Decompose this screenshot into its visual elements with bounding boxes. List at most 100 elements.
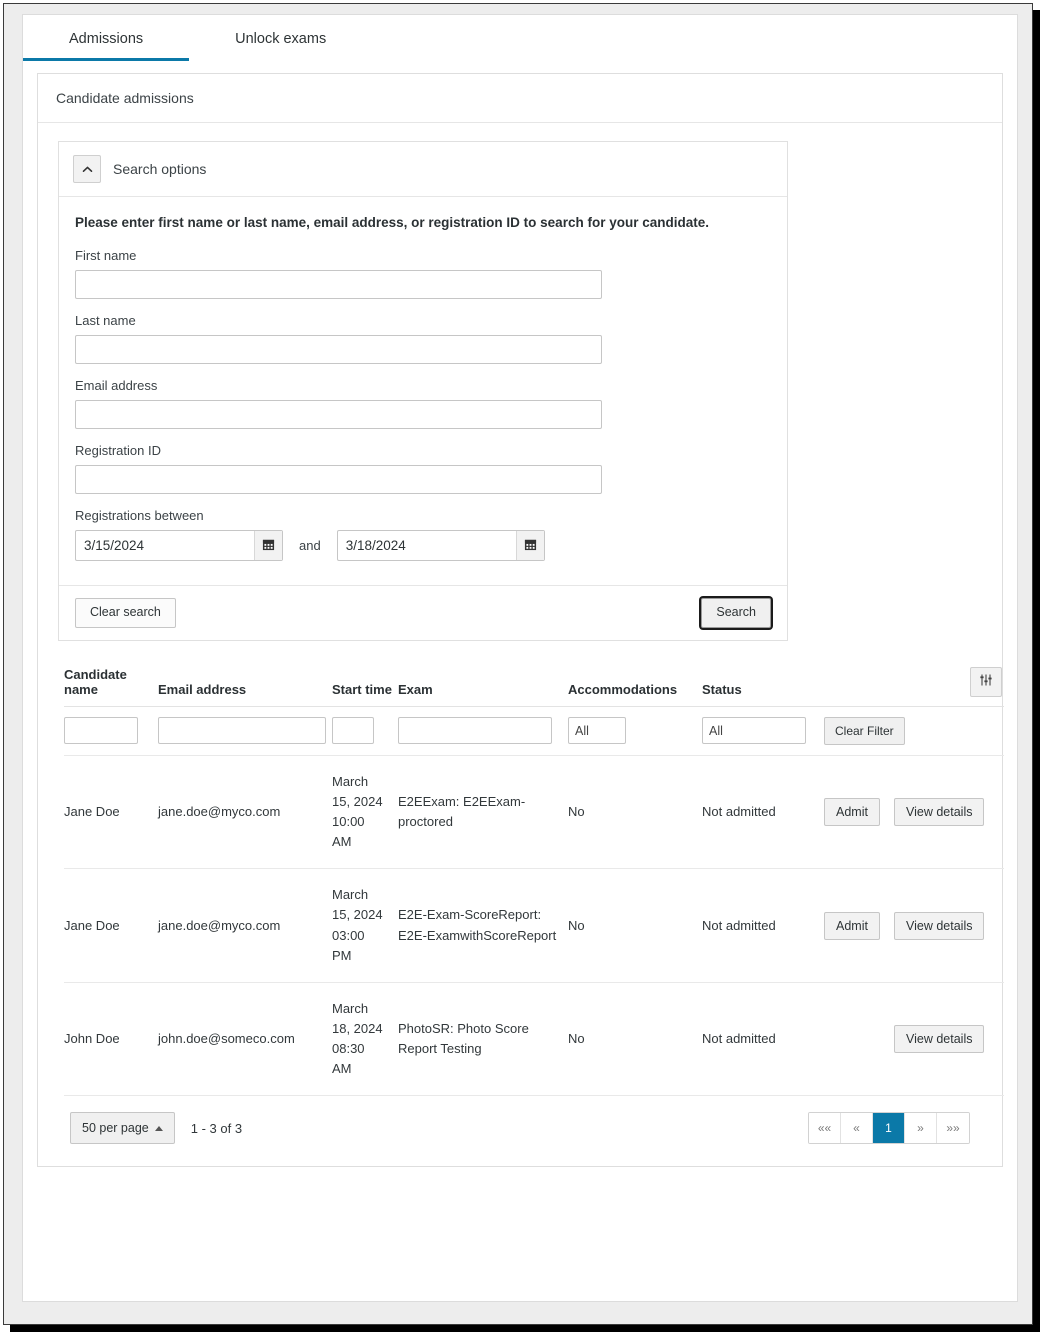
cell-candidate-name: Jane Doe	[64, 755, 158, 870]
registrations-between-group: Registrations between 3/15/2024 and 3/18…	[75, 508, 771, 561]
previous-page-button[interactable]: «	[841, 1113, 873, 1144]
search-button[interactable]: Search	[701, 598, 771, 628]
sliders-icon	[979, 673, 993, 690]
cell-view-details: View details	[894, 755, 1004, 870]
filter-cell-accommodations	[568, 706, 702, 756]
registration-id-field-group: Registration ID	[75, 443, 771, 494]
per-page-dropdown[interactable]: 50 per page	[70, 1112, 175, 1145]
filter-accommodations-select[interactable]	[568, 717, 626, 745]
caret-up-icon	[154, 1125, 163, 1131]
date-from-input[interactable]	[76, 531, 254, 560]
cell-view-details: View details	[894, 868, 1004, 983]
date-from-calendar-button[interactable]	[254, 531, 282, 560]
cell-exam: E2EExam: E2EExam-proctored	[398, 755, 568, 870]
table-settings-button[interactable]	[970, 666, 1002, 697]
table-row: Jane Doe jane.doe@myco.com March 15, 202…	[64, 755, 1004, 870]
first-name-input[interactable]	[75, 270, 602, 299]
view-details-button[interactable]: View details	[894, 1025, 985, 1054]
cell-candidate-name: John Doe	[64, 982, 158, 1097]
search-form: Please enter first name or last name, em…	[59, 197, 787, 585]
filter-cell-exam	[398, 706, 568, 756]
date-from-group	[75, 530, 283, 561]
date-range-separator: and	[299, 538, 321, 553]
cell-email: jane.doe@myco.com	[158, 755, 332, 870]
filter-exam-input[interactable]	[398, 717, 552, 745]
results-table-body: Clear Filter Jane Doe jane.doe@myco.com …	[64, 706, 1004, 1097]
clear-filter-button[interactable]: Clear Filter	[824, 716, 905, 745]
tab-unlock-exams[interactable]: Unlock exams	[189, 19, 372, 61]
clear-search-button[interactable]: Clear search	[75, 598, 176, 628]
header-row: Candidate name Email address Start time …	[64, 666, 1004, 707]
cell-accommodations: No	[568, 982, 702, 1097]
search-options-collapse-button[interactable]	[73, 155, 101, 183]
results-table-wrapper: Candidate name Email address Start time …	[64, 666, 1004, 1145]
search-options-label: Search options	[113, 161, 207, 177]
last-name-label: Last name	[75, 313, 136, 328]
calendar-icon	[524, 538, 537, 554]
email-address-field-group: Email address	[75, 378, 771, 429]
per-page-label: 50 per page	[82, 1121, 149, 1136]
registration-id-input[interactable]	[75, 465, 602, 494]
filter-start-time-input[interactable]	[332, 717, 374, 745]
cell-admit-empty	[824, 982, 894, 1097]
filter-email-input[interactable]	[158, 717, 326, 745]
cell-exam: PhotoSR: Photo Score Report Testing	[398, 982, 568, 1097]
cell-status: Not admitted	[702, 868, 824, 983]
cell-accommodations: No	[568, 755, 702, 870]
page-title: Candidate admissions	[56, 90, 194, 106]
date-to-calendar-button[interactable]	[515, 531, 544, 560]
cell-email: john.doe@someco.com	[158, 982, 332, 1097]
column-header-settings	[894, 666, 1004, 707]
cell-start-time: March 15, 2024 03:00 PM	[332, 868, 398, 983]
admit-button[interactable]: Admit	[824, 798, 880, 827]
calendar-icon	[262, 538, 275, 554]
panel-header: Candidate admissions	[38, 74, 1002, 123]
registrations-between-label: Registrations between	[75, 508, 204, 523]
view-details-button[interactable]: View details	[894, 911, 985, 940]
filter-row: Clear Filter	[64, 706, 1004, 756]
pagination: «« « 1 » »»	[808, 1112, 970, 1145]
search-options-box: Search options Please enter first name o…	[58, 141, 788, 641]
cell-exam: E2E-Exam-ScoreReport: E2E-ExamwithScoreR…	[398, 868, 568, 983]
registration-id-label: Registration ID	[75, 443, 161, 458]
filter-cell-clear: Clear Filter	[824, 706, 1004, 756]
column-header-exam: Exam	[398, 666, 568, 707]
next-page-button[interactable]: »	[905, 1113, 937, 1144]
panel-body: Search options Please enter first name o…	[38, 123, 1004, 1166]
results-table: Candidate name Email address Start time …	[64, 666, 1004, 1097]
last-name-input[interactable]	[75, 335, 602, 364]
cell-start-time: March 18, 2024 08:30 AM	[332, 982, 398, 1097]
tab-admissions-label: Admissions	[69, 31, 144, 47]
table-footer: 50 per page 1 - 3 of 3 «« « 1 » »»	[70, 1112, 970, 1145]
tab-unlock-exams-label: Unlock exams	[235, 31, 327, 47]
search-instruction-text: Please enter first name or last name, em…	[75, 215, 709, 230]
column-header-accommodations: Accommodations	[568, 666, 702, 707]
date-range-row: and	[75, 530, 771, 561]
table-row: Jane Doe jane.doe@myco.com March 15, 202…	[64, 868, 1004, 983]
admit-button[interactable]: Admit	[824, 911, 880, 940]
tab-bar: Admissions Unlock exams	[23, 15, 1017, 61]
column-header-candidate-name: Candidate name	[64, 666, 158, 707]
date-to-input[interactable]	[337, 531, 516, 560]
filter-cell-email	[158, 706, 332, 756]
table-row: John Doe john.doe@someco.com March 18, 2…	[64, 982, 1004, 1097]
column-header-email-address: Email address	[158, 666, 332, 707]
date-to-group	[336, 530, 545, 561]
email-address-label: Email address	[75, 378, 158, 393]
filter-status-select[interactable]	[702, 717, 806, 745]
tab-admissions[interactable]: Admissions	[23, 19, 190, 61]
view-details-button[interactable]: View details	[894, 798, 985, 827]
page-1-button[interactable]: 1	[873, 1113, 905, 1144]
filter-candidate-name-input[interactable]	[64, 717, 138, 745]
cell-status: Not admitted	[702, 982, 824, 1097]
screen-root: Admissions Unlock exams Candidate admiss…	[0, 0, 1048, 1340]
column-header-status: Status	[702, 666, 824, 707]
search-options-header: Search options	[59, 142, 787, 197]
search-actions-bar: Clear search Search	[59, 585, 787, 640]
email-address-input[interactable]	[75, 400, 602, 429]
results-table-head: Candidate name Email address Start time …	[64, 666, 1004, 707]
first-page-button[interactable]: ««	[809, 1113, 841, 1144]
last-page-button[interactable]: »»	[937, 1113, 969, 1144]
chevron-up-icon	[81, 163, 94, 176]
cell-accommodations: No	[568, 868, 702, 983]
